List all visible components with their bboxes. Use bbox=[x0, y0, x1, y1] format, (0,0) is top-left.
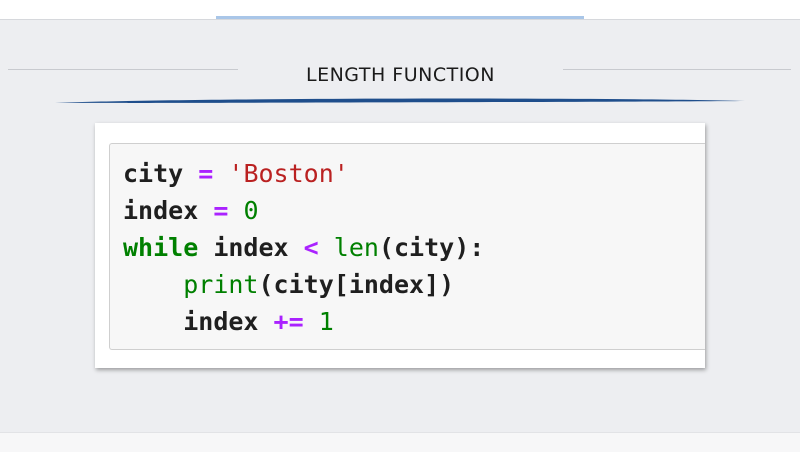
code-token-punc: [ bbox=[333, 270, 349, 299]
code-token-op: = bbox=[198, 159, 214, 188]
code-token-num: 0 bbox=[243, 196, 259, 225]
code-cell: city = 'Boston' index = 0 while index < le… bbox=[109, 143, 705, 350]
code-token-name: city bbox=[394, 233, 455, 262]
code-token-name: index bbox=[348, 270, 425, 299]
title-rule-left bbox=[8, 69, 238, 70]
code-token-name: city bbox=[273, 270, 334, 299]
title-underline-swoosh bbox=[55, 98, 745, 103]
code-token-op: = bbox=[213, 196, 229, 225]
code-line: print(city[index]) bbox=[123, 266, 484, 303]
code-line: index = 0 bbox=[123, 192, 484, 229]
slide-title: LENGTH FUNCTION bbox=[306, 64, 495, 86]
code-line: while index < len(city): bbox=[123, 229, 484, 266]
code-token-punc: ( bbox=[258, 270, 274, 299]
code-line: index += 1 bbox=[123, 303, 484, 340]
code-block: city = 'Boston' index = 0 while index < le… bbox=[123, 155, 484, 340]
code-token-name: index bbox=[183, 307, 259, 336]
code-token-punc: ]) bbox=[424, 270, 455, 299]
code-line: city = 'Boston' bbox=[123, 155, 484, 192]
code-token-op: += bbox=[273, 307, 304, 336]
code-token-op: < bbox=[303, 233, 319, 262]
code-card: city = 'Boston' index = 0 while index < le… bbox=[95, 123, 705, 368]
code-token-builtin: print bbox=[183, 270, 259, 299]
code-token-punc: ): bbox=[454, 233, 485, 262]
code-token-name: city bbox=[123, 159, 184, 188]
code-token-str: 'Boston' bbox=[228, 159, 349, 188]
code-token-num: 1 bbox=[318, 307, 334, 336]
code-token-builtin: len bbox=[333, 233, 379, 262]
code-token-punc: ( bbox=[378, 233, 394, 262]
title-rule-right bbox=[563, 69, 791, 70]
code-token-name: index bbox=[123, 196, 199, 225]
code-token-kw: while bbox=[123, 233, 199, 262]
code-token-name: index bbox=[213, 233, 289, 262]
top-accent-bar bbox=[216, 16, 584, 19]
bottom-band bbox=[0, 432, 800, 452]
title-underline-swoosh-path bbox=[55, 98, 745, 103]
